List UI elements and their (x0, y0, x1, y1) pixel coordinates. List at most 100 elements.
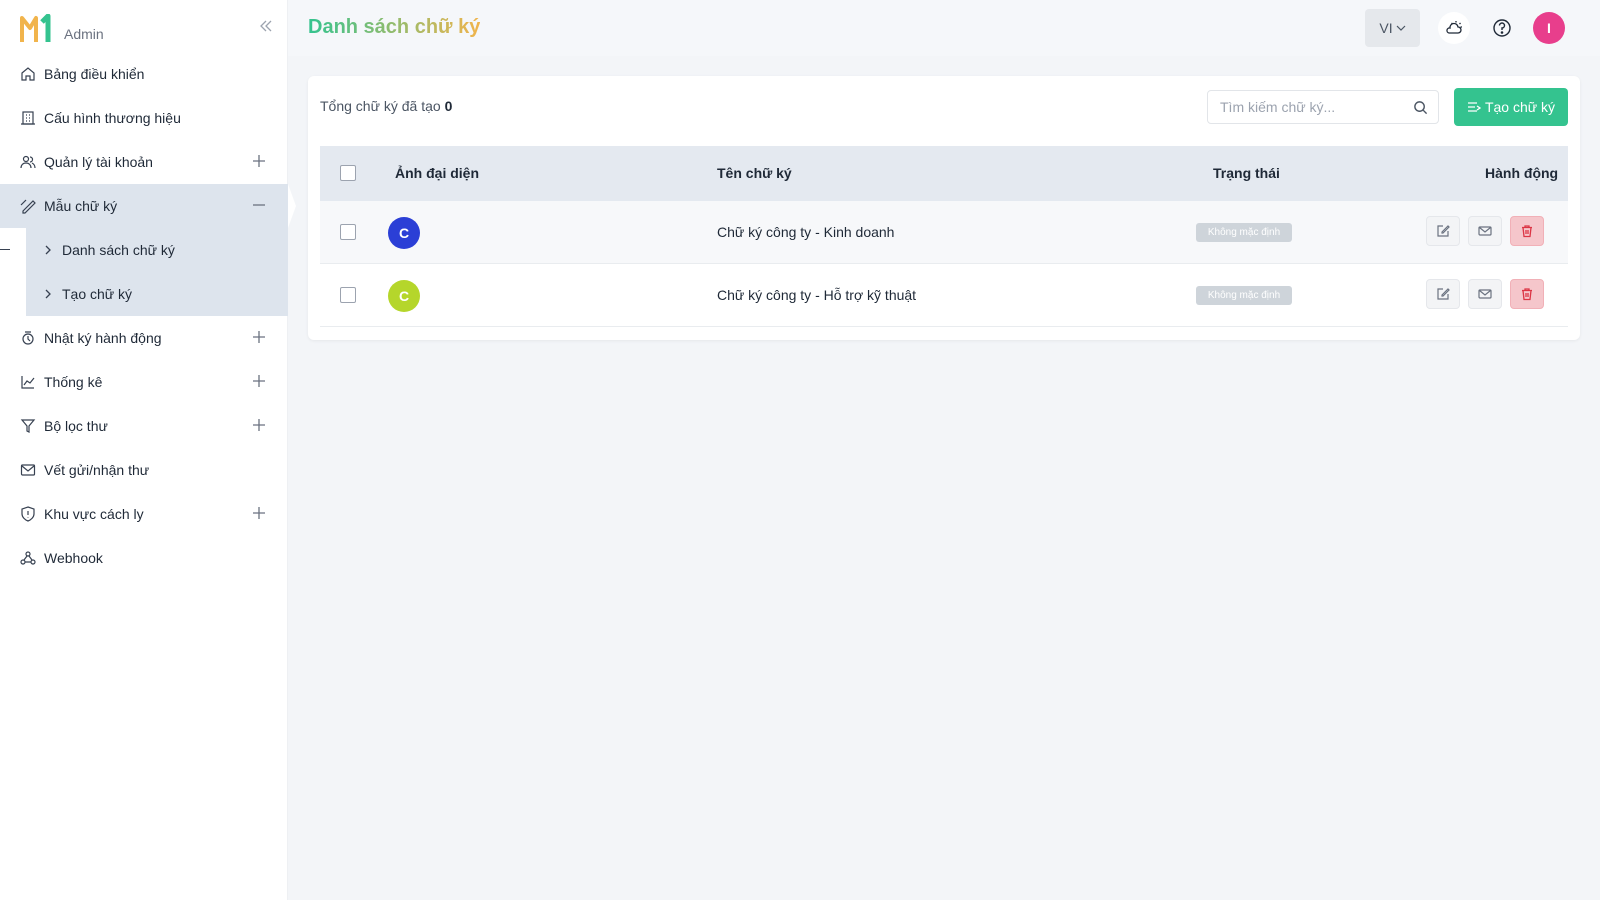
sidebar-item-mail-trace[interactable]: Vết gửi/nhận thư (0, 448, 288, 492)
minus-icon (253, 204, 265, 206)
collapse-sidebar-icon[interactable] (258, 18, 274, 34)
search-box (1207, 90, 1439, 124)
chevron-right-icon (45, 245, 51, 255)
table-row: C Chữ ký công ty - Kinh doanh Không mặc … (320, 201, 1568, 264)
row-checkbox[interactable] (340, 224, 356, 240)
sidebar-item-label: Khu vực cách ly (44, 506, 144, 522)
status-badge: Không mặc định (1196, 223, 1292, 242)
signature-name: Chữ ký công ty - Hỗ trợ kỹ thuật (717, 287, 917, 303)
edit-button[interactable] (1426, 216, 1460, 246)
table-row: C Chữ ký công ty - Hỗ trợ kỹ thuật Không… (320, 264, 1568, 327)
trash-icon (1522, 288, 1532, 301)
sidebar-item-accounts[interactable]: Quản lý tài khoản (0, 140, 288, 184)
search-input[interactable] (1208, 91, 1398, 123)
delete-button[interactable] (1510, 279, 1544, 309)
signature-avatar: C (388, 280, 420, 312)
building-icon (21, 111, 35, 125)
sidebar-subitem-label: Tạo chữ ký (62, 286, 133, 302)
signature-avatar: C (388, 217, 420, 249)
search-icon[interactable] (1413, 100, 1428, 115)
home-icon (21, 67, 35, 81)
sidebar-item-quarantine[interactable]: Khu vực cách ly (0, 492, 288, 536)
webhook-icon (20, 551, 36, 565)
column-header-avatar: Ảnh đại diện (395, 165, 479, 181)
language-label: VI (1379, 20, 1393, 36)
signature-list-card: Tổng chữ ký đã tạo 0 Tạo chữ ký Ảnh đại … (308, 76, 1580, 340)
sidebar-item-statistics[interactable]: Thống kê (0, 360, 288, 404)
edit-icon (1437, 225, 1450, 237)
sidebar-item-label: Nhật ký hành động (44, 330, 162, 346)
column-header-name: Tên chữ ký (717, 165, 792, 181)
sidebar-item-webhook[interactable]: Webhook (0, 536, 288, 580)
mail-icon (1478, 289, 1492, 299)
help-button[interactable] (1486, 12, 1518, 44)
list-add-icon (1467, 102, 1481, 112)
sidebar-subitem-create-signature[interactable]: Tạo chữ ký (26, 272, 288, 316)
send-test-mail-button[interactable] (1468, 216, 1502, 246)
sidebar: Admin Bảng điều khiển Cấu hình thương hi… (0, 0, 296, 900)
table-header: Ảnh đại diện Tên chữ ký Trạng thái Hành … (320, 146, 1568, 201)
users-icon (20, 155, 36, 169)
edit-button[interactable] (1426, 279, 1460, 309)
select-all-checkbox[interactable] (340, 165, 356, 181)
signature-name: Chữ ký công ty - Kinh doanh (717, 224, 895, 240)
sidebar-submenu-signatures: Danh sách chữ ký Tạo chữ ký (0, 228, 288, 316)
page-title: Danh sách chữ ký (308, 16, 481, 38)
plus-icon (253, 155, 265, 167)
tree-connector (0, 249, 10, 250)
chart-icon (21, 376, 35, 389)
sidebar-subitem-signature-list[interactable]: Danh sách chữ ký (0, 228, 288, 272)
create-signature-button[interactable]: Tạo chữ ký (1454, 88, 1568, 126)
sidebar-item-branding[interactable]: Cấu hình thương hiệu (0, 96, 288, 140)
column-header-status: Trạng thái (1213, 165, 1280, 181)
chevron-right-icon (45, 289, 51, 299)
topbar: Danh sách chữ ký VI I (288, 0, 1600, 56)
total-signatures: Tổng chữ ký đã tạo 0 (320, 98, 452, 114)
user-avatar[interactable]: I (1533, 12, 1565, 44)
mail-icon (20, 464, 36, 476)
sidebar-item-label: Quản lý tài khoản (44, 154, 153, 170)
total-label: Tổng chữ ký đã tạo (320, 98, 441, 114)
send-test-mail-button[interactable] (1468, 279, 1502, 309)
sidebar-item-label: Thống kê (44, 374, 103, 390)
sun-cloud-icon (1446, 21, 1462, 34)
plus-icon (253, 419, 265, 431)
total-value: 0 (444, 98, 453, 114)
sidebar-item-action-log[interactable]: Nhật ký hành động (0, 316, 288, 360)
sidebar-item-dashboard[interactable]: Bảng điều khiển (0, 52, 288, 96)
delete-button[interactable] (1510, 216, 1544, 246)
sidebar-item-label: Cấu hình thương hiệu (44, 110, 181, 126)
brand[interactable]: Admin (20, 14, 104, 44)
filter-icon (20, 419, 36, 433)
m1-logo-icon (20, 14, 51, 42)
theme-toggle-button[interactable] (1438, 12, 1470, 44)
trash-icon (1522, 225, 1532, 238)
plus-icon (253, 375, 265, 387)
help-circle-icon (1493, 19, 1511, 37)
edit-icon (1437, 288, 1450, 300)
create-signature-label: Tạo chữ ký (1484, 99, 1556, 115)
sidebar-item-mail-filter[interactable]: Bộ lọc thư (0, 404, 288, 448)
chevron-down-icon (1396, 25, 1406, 31)
sidebar-nav: Bảng điều khiển Cấu hình thương hiệu Quả… (0, 52, 296, 580)
plus-icon (253, 507, 265, 519)
sidebar-item-label: Bộ lọc thư (44, 418, 108, 434)
plus-icon (253, 331, 265, 343)
language-selector[interactable]: VI (1365, 9, 1420, 47)
sidebar-item-signatures[interactable]: Mẫu chữ ký (0, 184, 296, 228)
signature-table: Ảnh đại diện Tên chữ ký Trạng thái Hành … (320, 146, 1568, 327)
column-header-actions: Hành động (1485, 165, 1559, 181)
shield-icon (21, 506, 35, 522)
sidebar-subitem-label: Danh sách chữ ký (62, 242, 175, 258)
status-badge: Không mặc định (1196, 286, 1292, 305)
signature-icon (20, 199, 36, 214)
sidebar-item-label: Vết gửi/nhận thư (44, 462, 150, 478)
sidebar-item-label: Mẫu chữ ký (44, 198, 118, 214)
brand-label: Admin (64, 26, 104, 42)
sidebar-item-label: Webhook (44, 550, 103, 566)
log-icon (22, 331, 34, 345)
sidebar-item-label: Bảng điều khiển (44, 66, 145, 82)
mail-icon (1478, 226, 1492, 236)
row-checkbox[interactable] (340, 287, 356, 303)
active-pointer (288, 184, 296, 228)
